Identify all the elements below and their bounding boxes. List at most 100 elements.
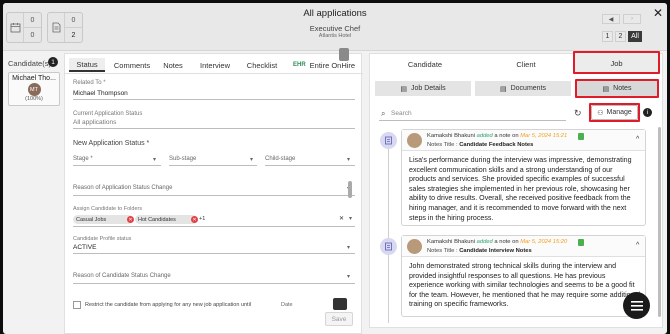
substage-select[interactable]: Sub-stage [169,156,196,162]
folder-chip: Hot Candidates ✕ [135,215,198,224]
folder-chip-label: Hot Candidates [138,216,176,223]
candidates-count-badge: 1 [48,57,58,67]
calendar-picker-icon[interactable] [333,298,347,310]
divider [73,195,355,196]
header-bar: 0 0 0 2 All applications Executive Chef … [3,3,667,51]
timeline-line [388,143,389,323]
note-timeline-icon [380,132,397,149]
tab-entire-onhire[interactable]: EHR Entire OnHire [293,58,359,72]
onhire-logo-icon: EHR [293,62,306,68]
close-icon[interactable]: ✕ [653,6,663,20]
page-2-button[interactable]: 2 [615,31,626,42]
scrollbar[interactable] [348,181,352,198]
candidate-percent: (100%) [25,96,43,102]
print-icon[interactable] [339,48,349,61]
status-panel: Status Comments Notes Interview Checklis… [64,48,363,334]
candidates-label: Candidate(s) [8,59,51,68]
note-author: Kamakshi Bhakuni [427,133,476,139]
assign-folders-label: Assign Candidate to Folders [73,206,143,212]
search-input[interactable]: ⌕ Search [379,107,566,121]
highlight-box [589,103,640,122]
note-title-label: Notes Title : [427,142,458,148]
menu-fab-button[interactable] [623,292,650,319]
clear-icon[interactable]: ✕ [339,215,344,222]
stage-select[interactable]: Stage * [73,156,93,162]
document-icon: ▤ [499,85,507,93]
chevron-down-icon: ▾ [347,157,351,163]
note-title: Candidate Feedback Notes [459,142,534,148]
info-icon[interactable]: i [643,108,652,117]
tab-status[interactable]: Status [69,58,105,72]
note-author-avatar [407,239,422,254]
note-action: added [476,133,493,139]
note-title: Candidate Interview Notes [459,248,532,254]
related-to-label: Related To * [73,80,106,86]
note-author: Kamakshi Bhakuni [427,239,476,245]
chevron-right-icon: › [631,16,633,22]
menu-icon [630,300,643,311]
restrict-checkbox[interactable] [73,301,81,309]
note-body: Lisa's performance during the interview … [409,156,632,222]
divider [169,165,257,166]
page-title: All applications [303,8,367,19]
left-tabs: Status Comments Notes Interview Checklis… [65,48,363,74]
chevron-down-icon: ▾ [347,245,351,251]
divider [73,253,355,254]
note-title-row: Notes Title : Candidate Interview Notes [427,248,532,254]
note-timeline-icon [380,238,397,255]
search-placeholder: Search [391,110,412,117]
subtab-job-details[interactable]: ▤ Job Details [375,81,471,96]
note-card: Kamakshi Bhakuni added a note on Mar 5, … [401,129,646,226]
divider [73,99,355,100]
current-status-value: All applications [73,119,117,126]
note-body: John demonstrated strong technical skill… [409,262,641,309]
tab-client[interactable]: Client [481,55,571,74]
candidate-name: Michael Tho... [12,75,56,82]
divider [73,226,355,227]
tab-notes[interactable]: Notes [158,58,188,72]
profile-status-label: Candidate Profile status [73,236,132,242]
childstage-select[interactable]: Child-stage [265,156,295,162]
note-meta: Kamakshi Bhakuni added a note on Mar 5, … [427,133,567,139]
save-button[interactable]: Save [325,312,353,326]
related-to-value[interactable]: Michael Thompson [73,90,128,97]
chevron-up-icon[interactable]: ^ [636,242,639,249]
avatar: MT [27,83,41,96]
folders-more[interactable]: +1 [199,216,205,222]
new-status-label: New Application Status * [73,140,150,147]
subtab-documents-label: Documents [510,85,547,92]
note-meta: Kamakshi Bhakuni added a note on Mar 5, … [427,239,567,245]
tab-comments[interactable]: Comments [110,58,154,72]
refresh-icon[interactable]: ↻ [574,108,582,119]
note-title-row: Notes Title : Candidate Feedback Notes [427,142,533,148]
next-arrow-button[interactable]: › [623,14,641,24]
subtab-documents[interactable]: ▤ Documents [475,81,571,96]
document-icon: ▤ [400,85,407,93]
remove-chip-icon[interactable]: ✕ [191,216,198,223]
profile-status-select[interactable]: ACTIVE [73,244,96,251]
current-status-label: Current Application Status [73,111,143,117]
chevron-down-icon: ▾ [250,157,254,163]
prev-arrow-button[interactable]: ◀ [602,14,620,24]
folder-chip-label: Casual Jobs [76,216,107,223]
job-location: Atlantis Hotel [318,33,352,39]
candidate-card[interactable]: Michael Tho... MT (100%) [8,72,60,106]
note-date: Mar 5, 2024 15:21 [520,133,568,139]
divider [73,283,355,284]
tab-entire-onhire-label: Entire OnHire [309,60,356,70]
highlight-box [575,79,659,98]
page-1-button[interactable]: 1 [602,31,613,42]
remove-chip-icon[interactable]: ✕ [127,216,134,223]
tab-checklist[interactable]: Checklist [242,58,282,72]
tab-interview[interactable]: Interview [195,58,235,72]
chevron-up-icon[interactable]: ^ [636,136,639,143]
search-icon: ⌕ [381,109,386,118]
job-title: Executive Chef [309,24,361,33]
subtab-job-details-label: Job Details [410,85,446,92]
page-all-button[interactable]: All [628,31,642,42]
reason-status-select[interactable]: Reason of Application Status Change [73,185,172,191]
tab-candidate[interactable]: Candidate [381,55,469,74]
date-input[interactable]: Date [281,302,293,308]
reason-candidate-select[interactable]: Reason of Candidate Status Change [73,273,171,279]
notes-scrollbar[interactable] [658,127,661,317]
